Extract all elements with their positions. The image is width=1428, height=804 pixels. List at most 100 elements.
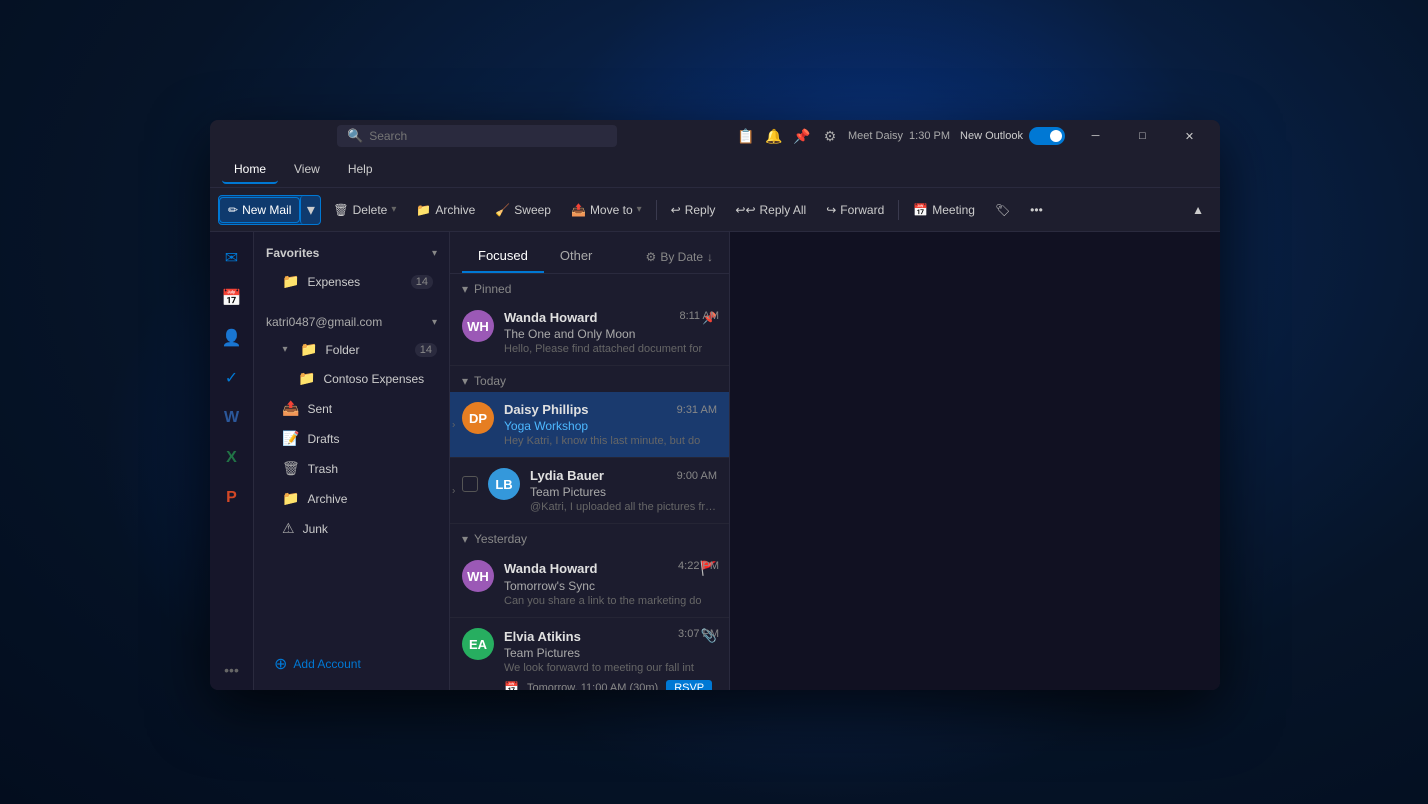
account-section: katri0487@gmail.com ▾ ▾ 📁 Folder 14 📁 Co…: [254, 305, 449, 548]
new-outlook-toggle: New Outlook: [960, 127, 1065, 145]
forward-button[interactable]: ↪ Forward: [818, 198, 892, 222]
expenses-label: Expenses: [307, 275, 402, 289]
sidebar-item-archive[interactable]: 📁 Archive: [258, 484, 445, 513]
more-options-button[interactable]: •••: [1022, 198, 1051, 222]
toolbar-divider-2: [898, 200, 899, 220]
add-account-button[interactable]: ⊕ Add Account: [262, 646, 441, 682]
email-preview-wanda-pinned: Hello, Please find attached document for: [504, 343, 717, 355]
email-sort[interactable]: ⚙ By Date ↓: [642, 242, 717, 272]
favorites-header[interactable]: Favorites ▾: [254, 240, 449, 266]
reply-icon: ↩: [671, 203, 681, 217]
sidebar-item-drafts[interactable]: 📝 Drafts: [258, 424, 445, 453]
email-subject-wanda-pinned: The One and Only Moon: [504, 327, 717, 341]
new-outlook-switch[interactable]: [1029, 127, 1065, 145]
nav-icon-word[interactable]: W: [214, 400, 250, 436]
email-sender-daisy: Daisy Phillips 9:31 AM: [504, 402, 717, 417]
notification-icon[interactable]: 🔔: [764, 126, 784, 146]
email-preview-daisy: Hey Katri, I know this last minute, but …: [504, 435, 717, 447]
drafts-label: Drafts: [307, 432, 433, 446]
expenses-folder-icon: 📁: [282, 273, 299, 290]
rsvp-time: Tomorrow, 11:00 AM (30m): [527, 682, 658, 690]
sweep-button[interactable]: 🧹 Sweep: [487, 198, 559, 222]
add-account-icon: ⊕: [274, 654, 287, 674]
sidebar-item-contoso[interactable]: 📁 Contoso Expenses: [258, 364, 445, 393]
email-checkbox-lydia[interactable]: [462, 476, 478, 492]
sent-icon: 📤: [282, 400, 299, 417]
archive-icon: 📁: [416, 203, 431, 217]
folder-count: 14: [415, 343, 437, 357]
sidebar-item-folder[interactable]: ▾ 📁 Folder 14: [258, 336, 445, 363]
maximize-button[interactable]: □: [1120, 120, 1165, 152]
nav-icon-excel[interactable]: X: [214, 440, 250, 476]
expand-icon-lydia: ›: [452, 485, 455, 496]
email-item-wanda-pinned[interactable]: WH Wanda Howard 📌 The One and Only Moon …: [450, 300, 729, 366]
email-item-daisy[interactable]: › DP Daisy Phillips 9:31 AM Yoga Worksho…: [450, 392, 729, 458]
settings-icon[interactable]: ⚙: [820, 126, 840, 146]
folder-icon: 📁: [300, 341, 317, 358]
email-time-daisy: 9:31 AM: [677, 404, 717, 416]
yesterday-collapse-icon[interactable]: ▾: [462, 532, 468, 546]
nav-icon-tasks[interactable]: ✓: [214, 360, 250, 396]
email-content-daisy: Daisy Phillips 9:31 AM Yoga Workshop Hey…: [504, 402, 717, 447]
collapse-button[interactable]: ▲: [1184, 198, 1212, 222]
minimize-button[interactable]: ─: [1073, 120, 1118, 152]
pinned-label: Pinned: [474, 282, 511, 296]
move-to-button[interactable]: 📤 Move to ▾: [563, 198, 650, 222]
nav-more-icon[interactable]: •••: [214, 658, 250, 682]
favorites-section: Favorites ▾ 📁 Expenses 14: [254, 232, 449, 305]
add-account-label: Add Account: [293, 657, 360, 671]
yesterday-section-header: ▾ Yesterday: [450, 524, 729, 550]
email-subject-lydia: Team Pictures: [530, 485, 717, 499]
nav-icon-calendar[interactable]: 📅: [214, 280, 250, 316]
meet-daisy-label: Meet Daisy: [848, 130, 903, 142]
nav-tab-help[interactable]: Help: [336, 156, 385, 184]
email-item-lydia[interactable]: › LB Lydia Bauer 9:00 AM Team Pictures @…: [450, 458, 729, 524]
meeting-button[interactable]: 📅 Meeting: [905, 198, 983, 222]
sort-label: By Date: [660, 250, 703, 264]
account-header[interactable]: katri0487@gmail.com ▾: [254, 309, 449, 335]
email-item-elvia[interactable]: EA Elvia Atikins 📎 Team Pictures We look…: [450, 618, 729, 690]
favorites-label: Favorites: [266, 246, 319, 260]
app-window: 🔍 📋 🔔 📌 ⚙ Meet Daisy 1:30 PM New Outlook…: [210, 120, 1220, 690]
new-mail-label: New Mail: [242, 203, 291, 217]
sidebar-bottom: ⊕ Add Account: [254, 638, 449, 690]
reply-all-icon: ↩↩: [735, 203, 755, 217]
archive-button[interactable]: 📁 Archive: [408, 198, 483, 222]
new-outlook-label: New Outlook: [960, 130, 1023, 142]
nav-tab-view[interactable]: View: [282, 156, 332, 184]
new-mail-button[interactable]: ✏ New Mail: [219, 197, 300, 223]
meeting-icon: 📅: [913, 203, 928, 217]
sidebar-item-sent[interactable]: 📤 Sent: [258, 394, 445, 423]
close-button[interactable]: ✕: [1167, 120, 1212, 152]
nav-tab-home[interactable]: Home: [222, 156, 278, 184]
new-mail-group: ✏ New Mail ▾: [218, 195, 321, 225]
email-tab-other[interactable]: Other: [544, 240, 609, 273]
nav-icon-powerpoint[interactable]: P: [214, 480, 250, 516]
rsvp-button[interactable]: RSVP: [666, 680, 712, 690]
new-mail-dropdown[interactable]: ▾: [300, 196, 320, 224]
pin-icon[interactable]: 📌: [792, 126, 812, 146]
avatar-elvia: EA: [462, 628, 494, 660]
nav-icon-people[interactable]: 👤: [214, 320, 250, 356]
sidebar-item-trash[interactable]: 🗑 Trash: [258, 454, 445, 483]
sidebar-item-junk[interactable]: ⚠ Junk: [258, 514, 445, 543]
email-tab-focused[interactable]: Focused: [462, 240, 544, 273]
tags-button[interactable]: 🏷: [987, 198, 1018, 222]
delete-button[interactable]: 🗑 Delete ▾: [325, 198, 404, 222]
sticker-icon[interactable]: 📋: [736, 126, 756, 146]
title-bar-search: 🔍: [218, 125, 736, 147]
email-item-wanda-sync[interactable]: WH Wanda Howard 🚩 Tomorrow's Sync Can yo…: [450, 550, 729, 618]
account-chevron: ▾: [432, 317, 437, 328]
sidebar-item-expenses[interactable]: 📁 Expenses 14: [258, 267, 445, 296]
search-input[interactable]: [369, 129, 607, 143]
reply-all-button[interactable]: ↩↩ Reply All: [727, 198, 814, 222]
pinned-collapse-icon[interactable]: ▾: [462, 282, 468, 296]
forward-icon: ↪: [826, 203, 836, 217]
search-box[interactable]: 🔍: [337, 125, 617, 147]
reply-button[interactable]: ↩ Reply: [663, 198, 724, 222]
nav-icon-mail[interactable]: ✉: [214, 240, 250, 276]
window-controls: ─ □ ✕: [1073, 120, 1212, 152]
junk-label: Junk: [303, 522, 433, 536]
folder-label: Folder: [325, 343, 406, 357]
today-collapse-icon[interactable]: ▾: [462, 374, 468, 388]
